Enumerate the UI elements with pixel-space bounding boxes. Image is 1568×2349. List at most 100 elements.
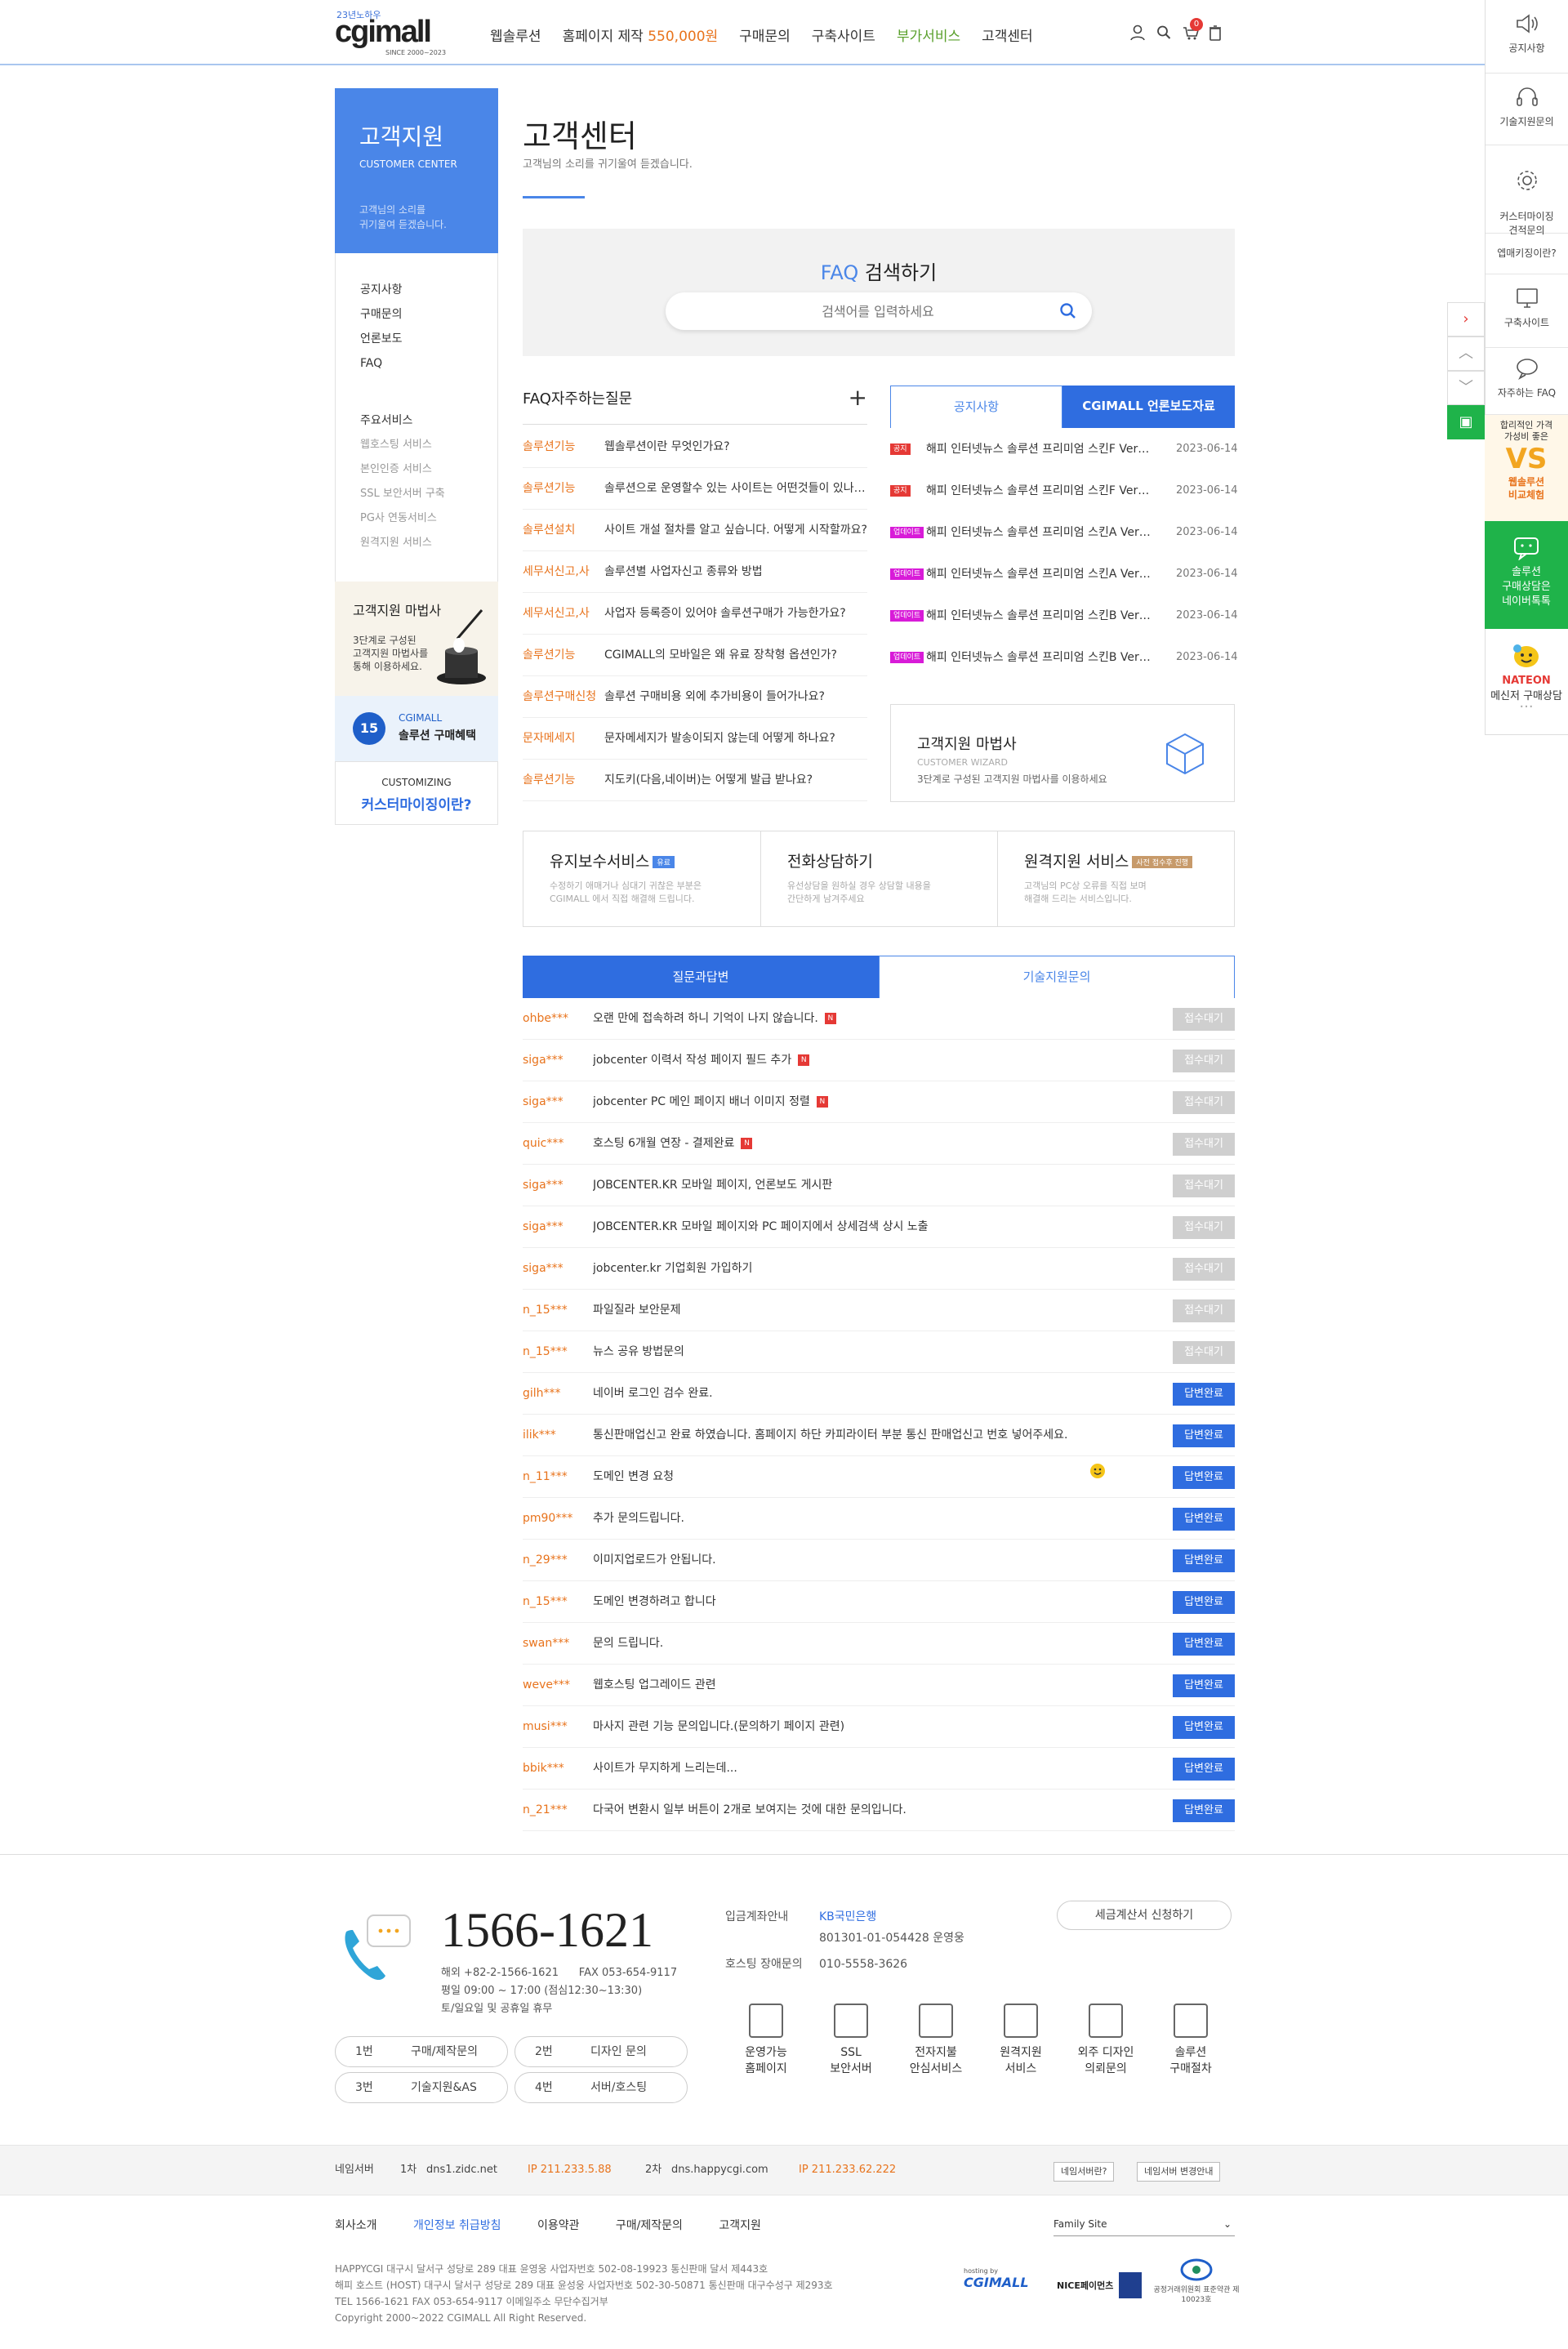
sidebar-item-purchase[interactable]: 구매문의	[360, 302, 403, 327]
faq-item[interactable]: 문자메세지 문자메세지가 발송이되지 않는데 어떻게 하나요?	[523, 718, 867, 760]
qna-status-badge[interactable]: 접수대기	[1173, 1050, 1235, 1072]
notice-item[interactable]: 업데이트해피 인터넷뉴스 솔루션 프리미엄 스킨A Ver2.7 업데이트 202…	[890, 512, 1238, 554]
nav-web-solution[interactable]: 웹솔루션	[490, 25, 541, 45]
qna-status-badge[interactable]: 접수대기	[1173, 1008, 1235, 1031]
sidebar-item-press[interactable]: 언론보도	[360, 327, 403, 351]
faq-item[interactable]: 솔루션설치 사이트 개설 절차를 알고 싶습니다. 어떻게 시작할까요?	[523, 510, 867, 551]
ext-2[interactable]: 2번 디자인 문의	[514, 2036, 688, 2067]
faq-item[interactable]: 솔루션기능 솔루션으로 운영할수 있는 사이트는 어떤것들이 있나요?	[523, 468, 867, 510]
qna-status-badge[interactable]: 접수대기	[1173, 1341, 1235, 1364]
qna-status-badge[interactable]: 답변완료	[1173, 1549, 1235, 1572]
qna-status-badge[interactable]: 접수대기	[1173, 1216, 1235, 1239]
footer-icon-link[interactable]: 외주 디자인 의뢰문의	[1065, 2004, 1147, 2077]
qna-row[interactable]: n_15*** 파일질라 보안문제 접수대기	[523, 1290, 1235, 1331]
qna-row[interactable]: swan*** 문의 드립니다. 답변완료	[523, 1623, 1235, 1665]
ext-4[interactable]: 4번 서버/호스팅	[514, 2072, 688, 2103]
search-icon[interactable]	[1059, 302, 1077, 320]
qna-row[interactable]: n_29*** 이미지업로드가 안됩니다. 답변완료	[523, 1540, 1235, 1581]
quick-custom-quote[interactable]: 커스터마이징 견적문의	[1486, 145, 1568, 236]
qna-row[interactable]: musi*** 마사지 관련 기능 문의입니다.(문의하기 페이지 관련) 답변완료	[523, 1706, 1235, 1748]
qna-status-badge[interactable]: 접수대기	[1173, 1258, 1235, 1281]
footer-link-about[interactable]: 회사소개	[335, 2219, 377, 2232]
ext-3[interactable]: 3번 기술지원&AS	[335, 2072, 508, 2103]
faq-item[interactable]: 세무서신고,사 솔루션별 사업자신고 종류와 방법	[523, 551, 867, 593]
qna-row[interactable]: n_15*** 도메인 변경하려고 합니다 답변완료	[523, 1581, 1235, 1623]
notice-item[interactable]: 업데이트해피 인터넷뉴스 솔루션 프리미엄 스킨B Ver2.7 업데이트 202…	[890, 637, 1238, 679]
qna-row[interactable]: ohbe*** 오랜 만에 접속하려 하니 기억이 나지 않습니다. N 접수대기	[523, 998, 1235, 1040]
sidebar-item-remote[interactable]: 원격지원 서비스	[360, 531, 445, 555]
qna-status-badge[interactable]: 접수대기	[1173, 1091, 1235, 1114]
qna-status-badge[interactable]: 답변완료	[1173, 1466, 1235, 1489]
qna-row[interactable]: n_15*** 뉴스 공유 방법문의 접수대기	[523, 1331, 1235, 1373]
qna-row[interactable]: siga*** JOBCENTER.KR 모바일 페이지와 PC 페이지에서 상세…	[523, 1206, 1235, 1248]
notice-item[interactable]: 공지 해피 인터넷뉴스 솔루션 프리미엄 스킨F Ver2.7 출시 2023-06…	[890, 470, 1238, 512]
trash-icon[interactable]	[1209, 25, 1223, 41]
faq-item[interactable]: 솔루션기능 CGIMALL의 모바일은 왜 유료 장착형 옵션인가?	[523, 635, 867, 676]
nav-homepage-build[interactable]: 홈페이지 제작 550,000원	[563, 25, 719, 45]
qna-status-badge[interactable]: 답변완료	[1173, 1424, 1235, 1447]
footer-link-purchase[interactable]: 구매/제작문의	[616, 2219, 683, 2232]
chevron-down-icon[interactable]: ﹀	[1447, 371, 1485, 405]
qna-row[interactable]: bbik*** 사이트가 무지하게 느리는데... 답변완료	[523, 1748, 1235, 1790]
qna-status-badge[interactable]: 답변완료	[1173, 1758, 1235, 1781]
tab-tech-support[interactable]: 기술지원문의	[879, 956, 1235, 998]
qna-row[interactable]: n_11*** 도메인 변경 요청 답변완료	[523, 1456, 1235, 1498]
user-icon[interactable]	[1130, 25, 1145, 41]
faq-item[interactable]: 세무서신고,사 사업자 등록증이 있어야 솔루션구매가 가능한가요?	[523, 593, 867, 635]
footer-link-privacy[interactable]: 개인정보 취급방침	[413, 2219, 501, 2232]
tab-press[interactable]: CGIMALL 언론보도자료	[1062, 386, 1235, 428]
footer-link-support[interactable]: 고객지원	[719, 2219, 761, 2232]
footer-icon-link[interactable]: 전자지불 안심서비스	[895, 2004, 977, 2077]
search-icon[interactable]	[1156, 25, 1171, 41]
sidebar-item-pg[interactable]: PG사 연동서비스	[360, 506, 445, 531]
sidebar-item-hosting[interactable]: 웹호스팅 서비스	[360, 433, 445, 457]
quick-tech-support[interactable]: 기술지원문의	[1486, 74, 1568, 145]
quick-faq[interactable]: 자주하는 FAQ	[1486, 348, 1568, 415]
qna-row[interactable]: siga*** jobcenter PC 메인 페이지 배너 이미지 정렬 N 접수대…	[523, 1081, 1235, 1123]
sidebar-item-ssl[interactable]: SSL 보안서버 구축	[360, 482, 445, 506]
tax-invoice-button[interactable]: 세금계산서 신청하기	[1057, 1901, 1232, 1930]
faq-item[interactable]: 솔루션기능 지도키(다음,네이버)는 어떻게 발급 받나요?	[523, 760, 867, 801]
qna-status-badge[interactable]: 접수대기	[1173, 1133, 1235, 1156]
qna-status-badge[interactable]: 답변완료	[1173, 1799, 1235, 1822]
service-remote[interactable]: 원격지원 서비스 사전 접수후 진행 고객님의 PC상 오류를 직접 보며 해결해…	[997, 831, 1234, 926]
ns-info-button[interactable]: 네임서버란?	[1054, 2162, 1115, 2182]
qna-status-badge[interactable]: 접수대기	[1173, 1174, 1235, 1197]
quick-notice[interactable]: 공지사항	[1486, 0, 1568, 74]
qna-row[interactable]: pm90*** 추가 문의드립니다. 답변완료	[523, 1498, 1235, 1540]
notice-item[interactable]: 공지 해피 인터넷뉴스 솔루션 프리미엄 스킨F Ver2.7 출시 2023-06…	[890, 429, 1238, 470]
qna-status-badge[interactable]: 답변완료	[1173, 1508, 1235, 1531]
tab-qna[interactable]: 질문과답변	[523, 956, 879, 998]
sidebar-customizing-banner[interactable]: CUSTOMIZING 커스터마이징이란?	[335, 761, 498, 825]
notice-item[interactable]: 업데이트해피 인터넷뉴스 솔루션 프리미엄 스킨B Ver2.7 업데이트 202…	[890, 595, 1238, 637]
qna-status-badge[interactable]: 접수대기	[1173, 1299, 1235, 1322]
service-phone[interactable]: 전화상담하기 유선상담을 원하실 경우 상담할 내용을 간단하게 남겨주세요	[760, 831, 997, 926]
quick-built-sites[interactable]: 구축사이트	[1486, 274, 1568, 348]
wizard-card[interactable]: 고객지원 마법사 CUSTOMER WIZARD 3단계로 구성된 고객지원 마…	[890, 704, 1235, 802]
footer-icon-link[interactable]: 솔루션 구매절차	[1150, 2004, 1232, 2077]
qna-row[interactable]: siga*** JOBCENTER.KR 모바일 페이지, 언론보도 게시판 접수대…	[523, 1165, 1235, 1206]
chevron-up-icon[interactable]: ︿	[1447, 337, 1485, 371]
qna-status-badge[interactable]: 답변완료	[1173, 1674, 1235, 1697]
sidebar-wizard-banner[interactable]: 고객지원 마법사 3단계로 구성된 고객지원 마법사를 통해 이용하세요.	[335, 582, 498, 696]
qna-status-badge[interactable]: 답변완료	[1173, 1716, 1235, 1739]
qna-row[interactable]: siga*** jobcenter 이력서 작성 페이지 필드 추가 N 접수대기	[523, 1040, 1235, 1081]
nav-purchase-inquiry[interactable]: 구매문의	[739, 25, 791, 45]
sidebar-item-faq[interactable]: FAQ	[360, 351, 403, 376]
plus-icon[interactable]: +	[849, 384, 867, 411]
nav-built-sites[interactable]: 구축사이트	[812, 25, 875, 45]
faq-item[interactable]: 솔루션기능 웹솔루션이란 무엇인가요?	[523, 426, 867, 468]
quick-compare-banner[interactable]: 합리적인 가격 가성비 좋은 VS 웹솔루션 비교체험	[1485, 415, 1568, 521]
family-site-select[interactable]: Family Site ⌄	[1054, 2212, 1235, 2236]
qna-row[interactable]: gilh*** 네이버 로그인 검수 완료. 답변완료	[523, 1373, 1235, 1415]
ns-change-button[interactable]: 네임서버 변경안내	[1137, 2162, 1221, 2182]
service-maintenance[interactable]: 유지보수서비스 유료 수정하기 애매거나 심대기 귀찮은 부분은 CGIMALL …	[523, 831, 760, 926]
qna-status-badge[interactable]: 답변완료	[1173, 1383, 1235, 1406]
footer-icon-link[interactable]: 원격지원 서비스	[980, 2004, 1062, 2077]
nav-customer-center[interactable]: 고객센터	[982, 25, 1033, 45]
chevron-right-icon[interactable]: ›	[1447, 302, 1485, 337]
footer-link-terms[interactable]: 이용약관	[537, 2219, 580, 2232]
footer-icon-link[interactable]: SSL 보안서버	[810, 2004, 892, 2077]
faq-item[interactable]: 솔루션구매신청 솔루션 구매비용 외에 추가비용이 들어가나요?	[523, 676, 867, 718]
talk-icon[interactable]: ▣	[1447, 405, 1485, 439]
